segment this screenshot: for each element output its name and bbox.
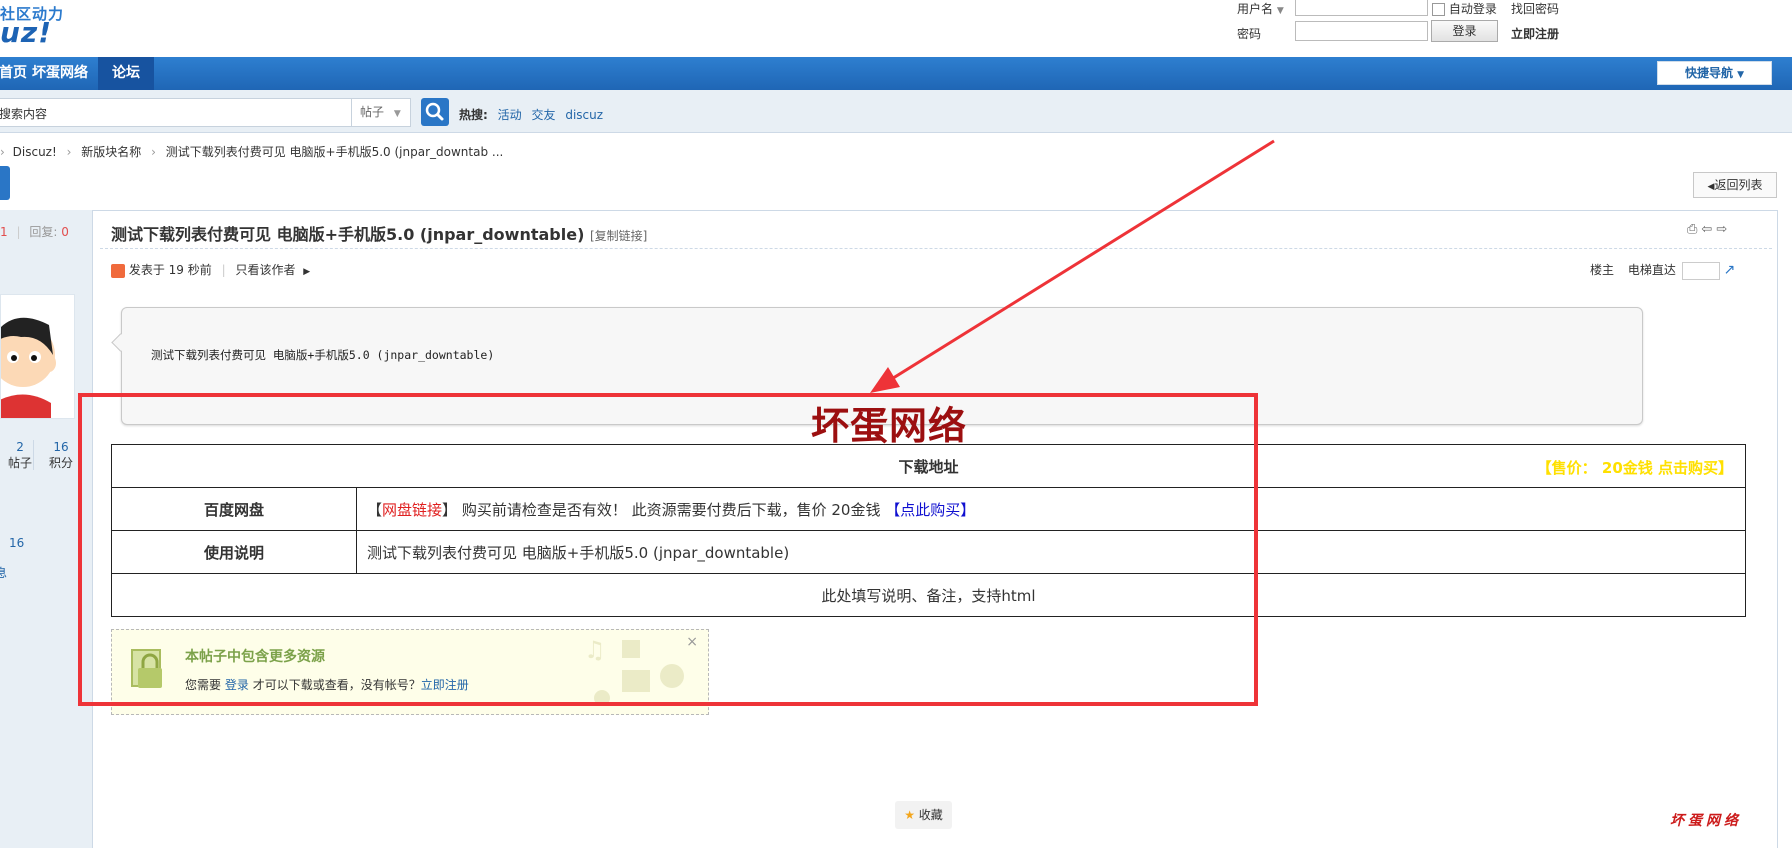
logo[interactable]: uz!	[0, 16, 52, 49]
jump-icon[interactable]: ↗	[1724, 262, 1736, 278]
back-to-list-button[interactable]: ◀返回列表	[1693, 172, 1777, 198]
extra-count[interactable]: 16	[9, 536, 24, 550]
online-status-icon	[111, 263, 125, 278]
new-post-button[interactable]	[0, 166, 10, 200]
breadcrumb: › Discuz! › 新版块名称 › 测试下载列表付费可见 电脑版+手机版5.…	[0, 145, 504, 159]
search-type-select[interactable]: 帖子 ▼	[352, 98, 411, 127]
post-body-text: 测试下载列表付费可见 电脑版+手机版5.0 (jnpar_downtable)	[151, 348, 495, 362]
auto-login[interactable]: 自动登录	[1432, 0, 1497, 17]
thread-stats: 1 | 回复: 0	[0, 225, 69, 239]
avatar-cartoon-icon	[0, 295, 74, 418]
author-only-link[interactable]: 只看该作者	[235, 263, 295, 277]
post-meta: 发表于 19 秒前 | 只看该作者 ▶	[111, 261, 310, 278]
avatar[interactable]	[0, 294, 75, 419]
hot-tag-friends[interactable]: 交友	[531, 108, 555, 122]
main-nav	[0, 57, 1792, 90]
star-icon: ★	[904, 808, 915, 822]
floor-owner-label: 楼主	[1590, 263, 1615, 277]
chevron-down-icon: ▼	[1737, 70, 1745, 80]
search-input[interactable]: 搜索内容	[0, 98, 352, 127]
auto-login-checkbox[interactable]	[1432, 3, 1445, 16]
message-link[interactable]: 息	[0, 564, 7, 581]
breadcrumb-item[interactable]: 新版块名称	[81, 145, 141, 159]
score-count[interactable]: 16	[49, 440, 73, 454]
elevator-label: 电梯直达	[1627, 263, 1676, 277]
username-input[interactable]	[1295, 0, 1428, 16]
floor-tools: 楼主 电梯直达 ↗	[1590, 261, 1735, 280]
chevron-down-icon: ▼	[393, 109, 401, 119]
posts-count[interactable]: 2	[8, 440, 32, 454]
search-placeholder: 搜索内容	[0, 107, 48, 121]
hot-search: 热搜: 活动 交友 discuz	[459, 106, 603, 123]
nav-item-huaidan[interactable]: 坏蛋网络	[18, 57, 102, 90]
copy-link[interactable]: [复制链接]	[590, 229, 647, 243]
annotation-arrow-icon	[870, 139, 1275, 393]
thread-tools: ⎙⇦⇨	[1687, 222, 1731, 237]
username-label: 用户名 ▼	[1237, 2, 1284, 16]
reply-count: 0	[61, 225, 69, 239]
nav-item-forum[interactable]: 论坛	[98, 57, 154, 90]
login-button[interactable]: 登录	[1431, 20, 1498, 42]
favorite-button[interactable]: ★ 收藏	[895, 801, 952, 829]
score-label: 积分	[49, 456, 74, 470]
content-right-border	[1777, 210, 1778, 848]
elevator-input[interactable]	[1681, 261, 1720, 280]
password-label: 密码	[1237, 27, 1262, 41]
hot-tag-discuz[interactable]: discuz	[565, 108, 603, 122]
search-button[interactable]	[421, 98, 449, 126]
view-count: 1	[0, 225, 8, 239]
chevron-down-icon[interactable]: ▼	[1277, 6, 1284, 16]
find-password-link[interactable]: 找回密码	[1511, 0, 1559, 17]
quick-nav-button[interactable]: 快捷导航 ▼	[1657, 61, 1772, 85]
thread-title: 测试下载列表付费可见 电脑版+手机版5.0 (jnpar_downtable) …	[111, 225, 648, 244]
reply-label: 回复:	[29, 225, 58, 239]
print-icon[interactable]: ⎙	[1687, 222, 1701, 237]
search-icon	[425, 102, 444, 121]
hot-tag-activity[interactable]: 活动	[498, 108, 522, 122]
hot-label: 热搜:	[459, 108, 488, 122]
breadcrumb-item[interactable]: 测试下载列表付费可见 电脑版+手机版5.0 (jnpar_downtab ...	[166, 145, 504, 159]
next-thread-icon[interactable]: ⇨	[1716, 222, 1731, 237]
posts-label: 帖子	[8, 456, 33, 470]
highlight-box	[78, 393, 1258, 706]
price-buy-link[interactable]: 【售价： 20金钱 点击购买】	[1537, 457, 1733, 478]
register-link[interactable]: 立即注册	[1511, 25, 1559, 42]
breadcrumb-item[interactable]: Discuz!	[13, 145, 57, 159]
password-input[interactable]	[1295, 21, 1428, 41]
post-time: 发表于 19 秒前	[128, 263, 212, 277]
play-right-icon: ▶	[303, 267, 311, 277]
watermark: 坏蛋网络	[1670, 813, 1742, 829]
prev-thread-icon[interactable]: ⇦	[1701, 222, 1716, 237]
